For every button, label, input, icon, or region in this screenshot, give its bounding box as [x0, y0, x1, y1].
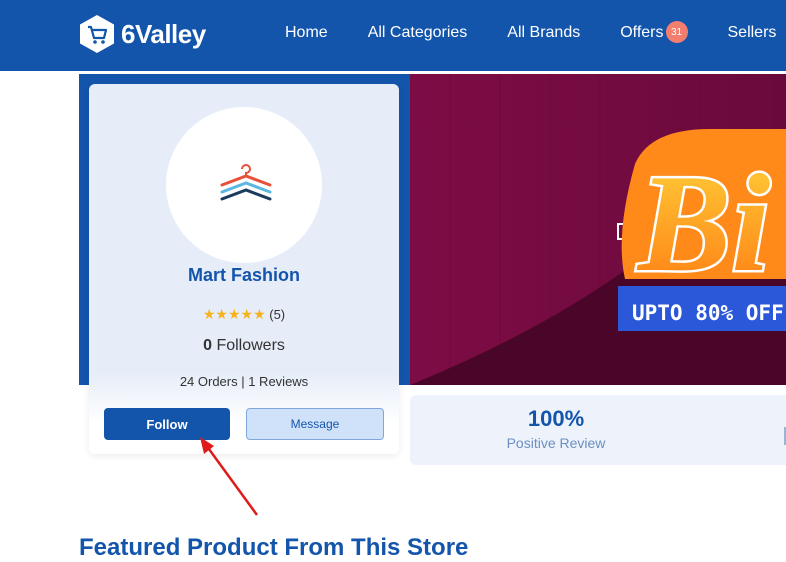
- nav-offers-label: Offers: [620, 24, 664, 42]
- top-navbar: 6Valley Home All Categories All Brands O…: [0, 0, 786, 71]
- brand-logo[interactable]: 6Valley: [79, 14, 206, 54]
- shop-stats-panel: 100% Positive Review: [410, 395, 786, 465]
- nav-sellers[interactable]: Sellers: [728, 24, 777, 42]
- shop-banner-image: Bi UPTO 80% OFF: [410, 74, 786, 385]
- banner-headline: Bi: [636, 146, 770, 301]
- followers-count: 0: [203, 337, 212, 354]
- message-button[interactable]: Message: [246, 408, 384, 440]
- star-rating-icon: ★★★★★: [202, 306, 266, 322]
- nav-home[interactable]: Home: [285, 24, 328, 42]
- cart-logo-icon: [80, 15, 114, 53]
- main-nav: Home All Categories All Brands Offers 31 …: [285, 21, 786, 44]
- follow-button[interactable]: Follow: [104, 408, 230, 440]
- followers-info: 0 Followers: [89, 337, 399, 355]
- banner-artwork: Bi UPTO 80% OFF: [410, 74, 786, 385]
- orders-reviews-summary: 24 Orders | 1 Reviews: [179, 374, 309, 389]
- nav-offers[interactable]: Offers 31: [620, 21, 688, 44]
- shop-avatar: [166, 107, 322, 263]
- brand-name: 6Valley: [121, 18, 206, 49]
- offers-count-badge: 31: [665, 21, 688, 43]
- featured-section-title: Featured Product From This Store: [79, 534, 469, 561]
- followers-label: Followers: [216, 337, 285, 354]
- shop-name[interactable]: Mart Fashion: [89, 265, 399, 286]
- hanger-logo-icon: [220, 164, 272, 201]
- nav-all-categories[interactable]: All Categories: [368, 24, 468, 42]
- positive-review-value: 100%: [527, 406, 585, 431]
- positive-review-label: Positive Review: [506, 435, 606, 451]
- shop-rating: ★★★★★ (5): [89, 306, 399, 323]
- shop-info-card: Mart Fashion ★★★★★ (5) 0 Followers 24 Or…: [89, 84, 399, 454]
- nav-all-brands[interactable]: All Brands: [507, 24, 580, 42]
- rating-count: (5): [269, 307, 286, 322]
- banner-offer-text: UPTO 80% OFF: [632, 301, 784, 325]
